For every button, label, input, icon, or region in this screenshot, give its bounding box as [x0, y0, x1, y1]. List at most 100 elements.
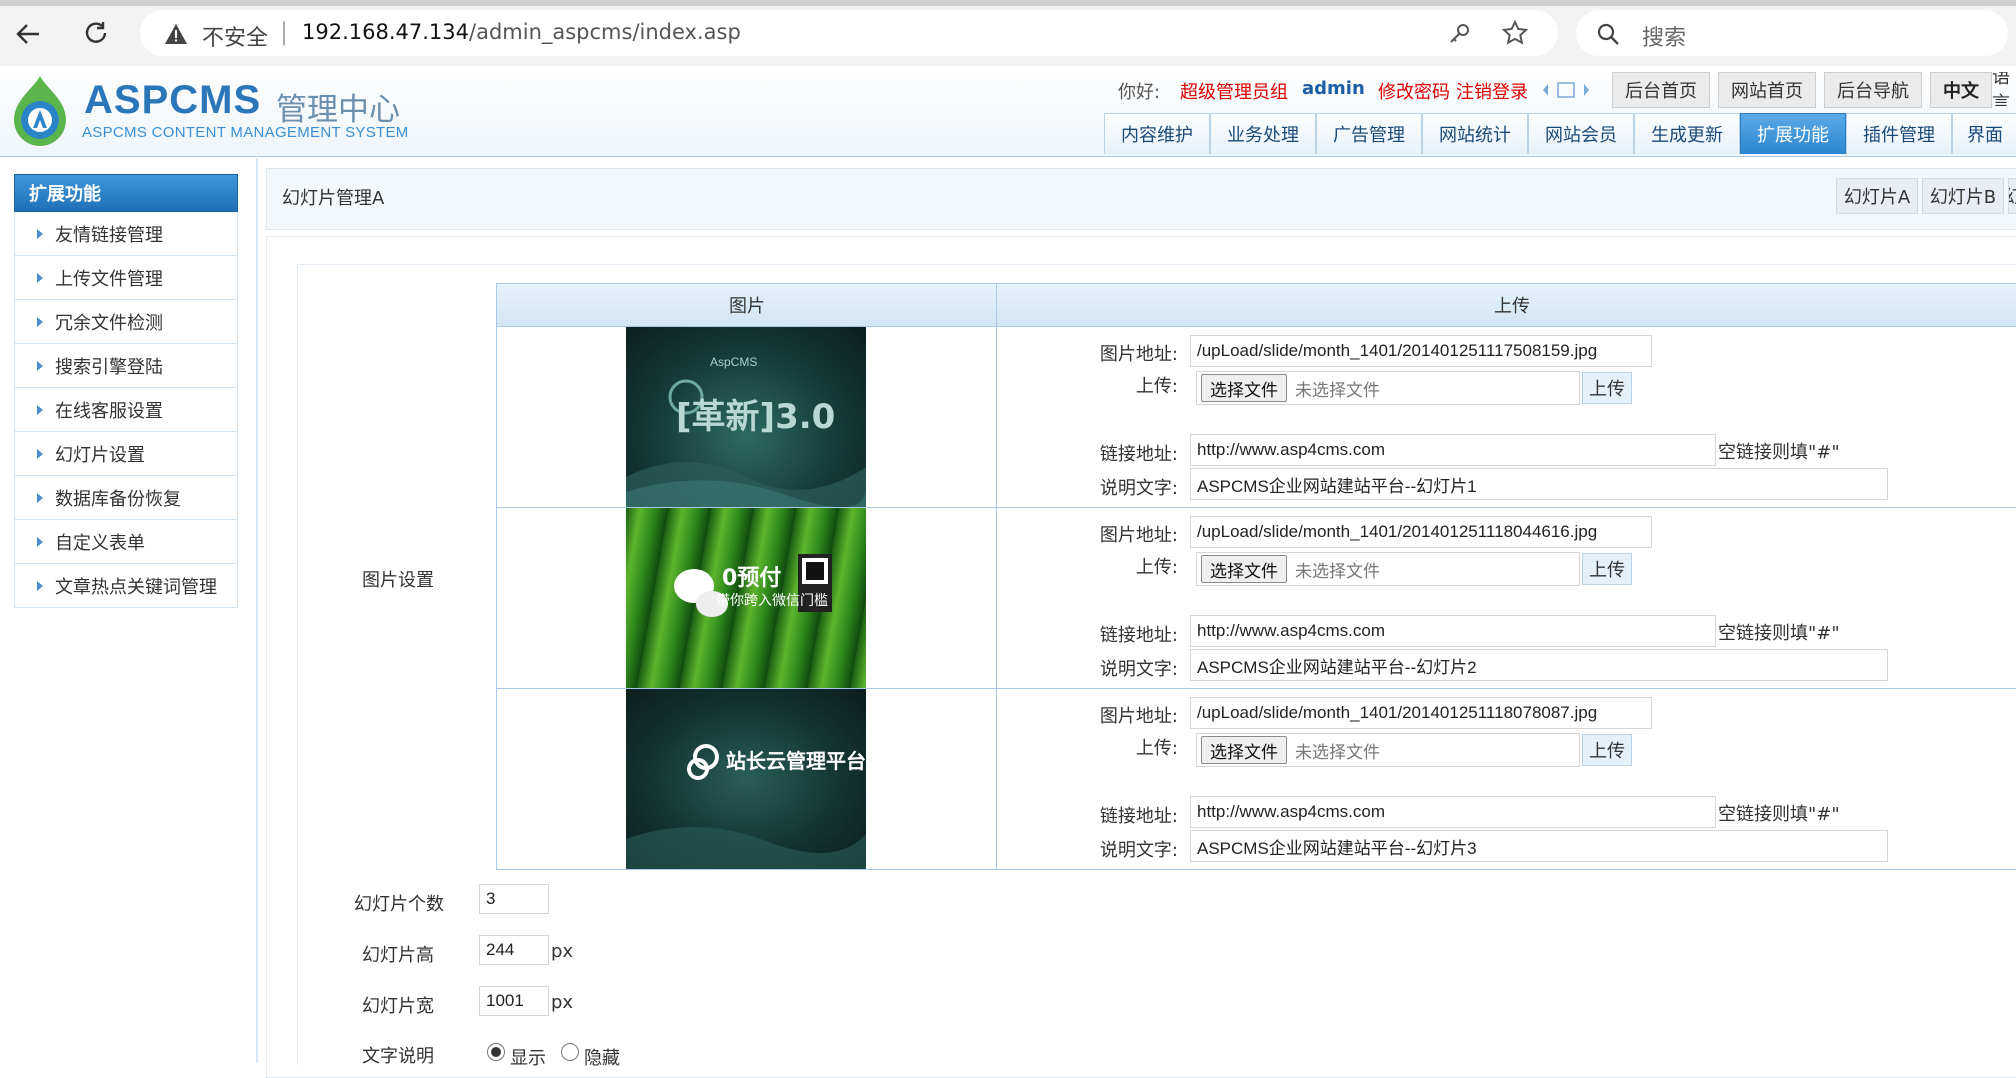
search-placeholder: 搜索 [1642, 26, 1687, 51]
column-header-upload: 上传 [1494, 296, 1530, 317]
description-field[interactable]: ASPCMS企业网站建站平台--幻灯片1 [1190, 468, 1888, 500]
search-box[interactable]: 搜索 [1576, 10, 2008, 56]
sidebar-divider [256, 158, 258, 1063]
upload-label: 上传: [1135, 738, 1178, 759]
logo-title: ASPCMS [84, 78, 262, 122]
file-picker[interactable]: 选择文件 未选择文件 [1196, 552, 1580, 586]
sidebar-item-friend-links[interactable]: 友情链接管理 [14, 212, 238, 256]
tab-extensions[interactable]: 扩展功能 [1740, 113, 1846, 154]
show-caption-label: 显示 [510, 1048, 546, 1069]
link-url-field[interactable]: http://www.asp4cms.com [1190, 434, 1716, 466]
tab-interface[interactable]: 界面 [1952, 113, 2016, 154]
greeting-label: 你好: [1118, 82, 1161, 103]
choose-file-button[interactable]: 选择文件 [1201, 374, 1287, 402]
tab-plugins[interactable]: 插件管理 [1846, 113, 1952, 154]
url-path: /admin_aspcms/index.asp [469, 20, 741, 44]
slide-thumbnail: AspCMS [革新]3.0 [626, 327, 866, 507]
lang-button[interactable]: 语言 [1992, 72, 2016, 106]
tab-statistics[interactable]: 网站统计 [1422, 113, 1528, 154]
upload-label: 上传: [1135, 376, 1178, 397]
lang-chinese-button[interactable]: 中文 [1930, 72, 1992, 108]
link-url-label: 链接地址: [1099, 806, 1178, 827]
change-password-link[interactable]: 修改密码 [1378, 78, 1450, 104]
pager-arrows-icon[interactable] [1540, 80, 1596, 100]
main-nav-tabs: 内容维护 业务处理 广告管理 网站统计 网站会员 生成更新 扩展功能 插件管理 … [1104, 113, 2016, 155]
content-title-bar [266, 168, 2016, 230]
choose-file-button[interactable]: 选择文件 [1201, 736, 1287, 764]
arrow-right-icon [37, 360, 43, 371]
no-file-label: 未选择文件 [1295, 742, 1380, 763]
address-bar[interactable]: 不安全 | 192.168.47.134/admin_aspcms/index.… [140, 10, 1558, 56]
height-unit: px [551, 941, 574, 962]
image-url-field[interactable]: /upLoad/slide/month_1401/201401251117508… [1190, 335, 1652, 367]
no-file-label: 未选择文件 [1295, 380, 1380, 401]
tab-content-maintenance[interactable]: 内容维护 [1104, 113, 1210, 154]
sidebar-item-redundant-files[interactable]: 冗余文件检测 [14, 300, 238, 344]
admin-home-button[interactable]: 后台首页 [1612, 72, 1710, 108]
slide-3-caption: 站长云管理平台 [726, 749, 866, 773]
hide-caption-radio[interactable] [561, 1043, 579, 1061]
back-arrow-icon [16, 24, 39, 44]
tab-generate[interactable]: 生成更新 [1634, 113, 1740, 154]
image-url-field[interactable]: /upLoad/slide/month_1401/201401251118044… [1190, 516, 1652, 548]
description-field[interactable]: ASPCMS企业网站建站平台--幻灯片2 [1190, 649, 1888, 681]
bookmark-star-icon[interactable] [1502, 20, 1528, 46]
slide-1-brand: AspCMS [710, 355, 758, 369]
admin-nav-button[interactable]: 后台导航 [1824, 72, 1922, 108]
description-field[interactable]: ASPCMS企业网站建站平台--幻灯片3 [1190, 830, 1888, 862]
choose-file-button[interactable]: 选择文件 [1201, 555, 1287, 583]
image-url-field[interactable]: /upLoad/slide/month_1401/201401251118078… [1190, 697, 1652, 729]
slide-width-field[interactable]: 1001 [479, 986, 549, 1016]
sidebar-item-search-engine[interactable]: 搜索引擎登陆 [14, 344, 238, 388]
slide-2-subcaption: 带你跨入微信门槛 [716, 593, 828, 609]
upload-button[interactable]: 上传 [1582, 734, 1632, 766]
tab-business[interactable]: 业务处理 [1210, 113, 1316, 154]
link-url-field[interactable]: http://www.asp4cms.com [1190, 796, 1716, 828]
file-picker[interactable]: 选择文件 未选择文件 [1196, 733, 1580, 767]
sidebar-item-label: 冗余文件检测 [55, 312, 163, 334]
url-separator: | [280, 18, 289, 46]
link-url-label: 链接地址: [1099, 444, 1178, 465]
link-url-field[interactable]: http://www.asp4cms.com [1190, 615, 1716, 647]
upload-button[interactable]: 上传 [1582, 553, 1632, 585]
sidebar-item-uploaded-files[interactable]: 上传文件管理 [14, 256, 238, 300]
user-role: 超级管理员组 [1180, 82, 1288, 103]
hide-caption-label: 隐藏 [584, 1048, 620, 1069]
arrow-right-icon [37, 272, 43, 283]
empty-link-hint: 空链接则填"#" [1718, 804, 1840, 825]
reload-button[interactable] [78, 16, 114, 52]
tab-slideshow-a[interactable]: 幻灯片A [1836, 178, 1918, 214]
back-button[interactable] [10, 16, 46, 52]
sidebar-item-custom-forms[interactable]: 自定义表单 [14, 520, 238, 564]
key-icon[interactable] [1448, 21, 1472, 45]
table-row-divider [496, 869, 2016, 870]
sidebar-title: 扩展功能 [14, 174, 238, 212]
description-label: 说明文字: [1099, 840, 1178, 861]
upload-button[interactable]: 上传 [1582, 372, 1632, 404]
text-caption-label: 文字说明 [362, 1046, 434, 1067]
sidebar-item-slideshow[interactable]: 幻灯片设置 [14, 432, 238, 476]
sidebar-item-hot-keywords[interactable]: 文章热点关键词管理 [14, 564, 238, 608]
image-url-label: 图片地址: [1099, 525, 1178, 546]
reload-icon [85, 22, 107, 43]
empty-link-hint: 空链接则填"#" [1718, 442, 1840, 463]
logo-subtitle-cn: 管理中心 [276, 92, 400, 128]
tab-slideshow-c[interactable]: 幻 [2008, 178, 2016, 214]
tab-slideshow-b[interactable]: 幻灯片B [1922, 178, 2004, 214]
slide-height-field[interactable]: 244 [479, 935, 549, 965]
logo-tagline: ASPCMS CONTENT MANAGEMENT SYSTEM [82, 124, 409, 141]
show-caption-radio[interactable] [487, 1043, 505, 1061]
sidebar-item-label: 数据库备份恢复 [55, 488, 181, 510]
insecure-label: 不安全 [202, 26, 269, 51]
tab-ads[interactable]: 广告管理 [1316, 113, 1422, 154]
arrow-right-icon [37, 316, 43, 327]
sidebar-item-database-backup[interactable]: 数据库备份恢复 [14, 476, 238, 520]
slide-count-field[interactable]: 3 [479, 884, 549, 914]
sidebar-item-online-service[interactable]: 在线客服设置 [14, 388, 238, 432]
site-home-button[interactable]: 网站首页 [1718, 72, 1816, 108]
width-unit: px [551, 992, 574, 1013]
file-picker[interactable]: 选择文件 未选择文件 [1196, 371, 1580, 405]
logout-link[interactable]: 注销登录 [1456, 78, 1528, 104]
tab-members[interactable]: 网站会员 [1528, 113, 1634, 154]
description-label: 说明文字: [1099, 659, 1178, 680]
